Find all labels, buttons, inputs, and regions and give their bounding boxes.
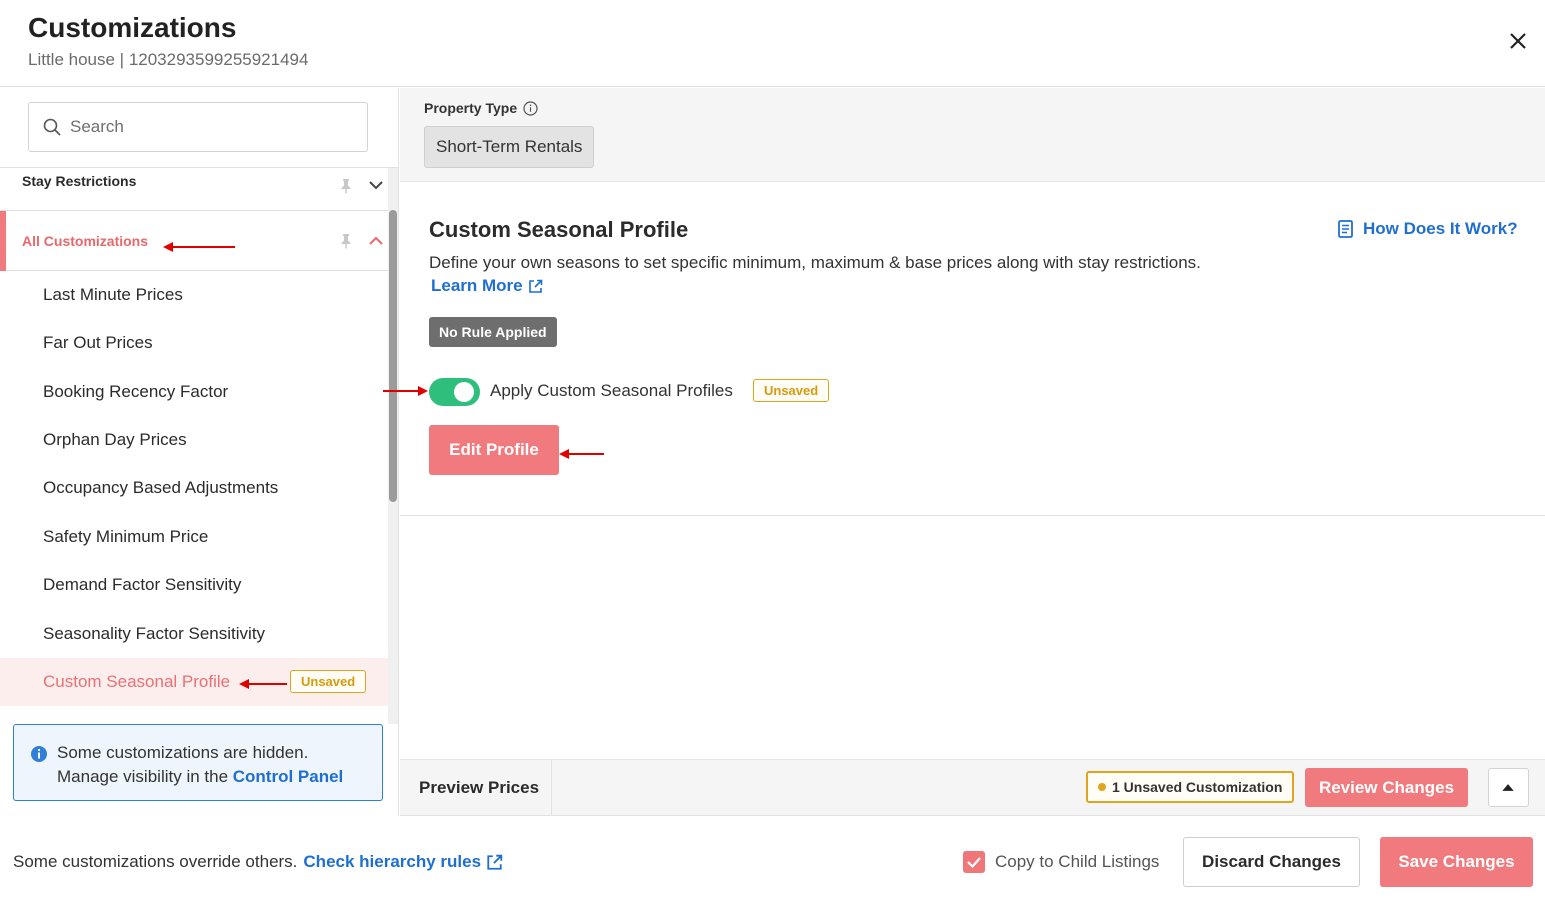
learn-more-link[interactable]: Learn More [431, 276, 543, 296]
annotation-arrow-left [163, 242, 235, 252]
pin-icon[interactable] [338, 233, 354, 249]
sidebar-item-occupancy-based-adjustments[interactable]: Occupancy Based Adjustments [0, 464, 388, 512]
modal-title: Customizations [28, 12, 237, 43]
sidebar-item-label: Far Out Prices [43, 333, 153, 352]
annotation-arrow-left [559, 449, 604, 459]
caret-up-icon [1502, 784, 1514, 791]
how-does-it-work-link[interactable]: How Does It Work? [1337, 219, 1518, 239]
dot-icon [1098, 783, 1106, 791]
edit-profile-button[interactable]: Edit Profile [429, 425, 559, 475]
review-changes-button[interactable]: Review Changes [1305, 768, 1468, 807]
rule-status-chip: No Rule Applied [429, 317, 557, 347]
info-icon [31, 746, 47, 762]
sidebar-item-custom-seasonal-profile[interactable]: Custom Seasonal Profile Unsaved [0, 658, 388, 706]
property-type-chip[interactable]: Short-Term Rentals [424, 126, 595, 168]
copy-label: Copy to Child Listings [995, 852, 1160, 871]
property-type-label: Property Type [424, 100, 538, 116]
expand-button[interactable] [1488, 768, 1529, 807]
section-label: Stay Restrictions [22, 172, 137, 189]
apply-profiles-toggle[interactable] [429, 378, 480, 406]
chevron-down-icon[interactable] [367, 176, 385, 194]
toggle-knob [454, 382, 474, 402]
checkmark-icon [967, 857, 981, 869]
check-hierarchy-link[interactable]: Check hierarchy rules [303, 852, 481, 872]
modal-subtitle: Little house | 1203293599255921494 [28, 50, 309, 69]
toggle-label: Apply Custom Seasonal Profiles [490, 381, 733, 400]
search-input[interactable] [70, 117, 340, 137]
annotation-arrow-right [383, 386, 428, 396]
sidebar-nav: Stay Restrictions All Customizations Las… [0, 168, 388, 794]
hierarchy-note: Some customizations override others. Che… [13, 852, 503, 872]
sidebar-item-label: Booking Recency Factor [43, 382, 229, 401]
sidebar-item-label: Safety Minimum Price [43, 527, 209, 546]
copy-checkbox[interactable] [963, 851, 985, 873]
property-type-label-text: Property Type [424, 100, 518, 116]
notice-line-2: Manage visibility in the Control Panel [57, 765, 382, 789]
annotation-arrow-left [239, 679, 287, 689]
search-icon [43, 118, 61, 136]
property-type-panel: Property Type Short-Term Rentals [400, 88, 1545, 182]
main-content: Custom Seasonal Profile How Does It Work… [400, 183, 1545, 516]
active-indicator [0, 211, 6, 271]
unsaved-badge: Unsaved [753, 379, 830, 402]
sidebar-item-safety-minimum-price[interactable]: Safety Minimum Price [0, 513, 388, 561]
sidebar-item-label: Orphan Day Prices [43, 430, 187, 449]
sidebar-item-label: Demand Factor Sensitivity [43, 575, 242, 594]
control-panel-link[interactable]: Control Panel [233, 767, 344, 786]
preview-bar: Preview Prices 1 Unsaved Customization R… [400, 759, 1545, 816]
save-changes-button[interactable]: Save Changes [1380, 837, 1533, 887]
sidebar-item-demand-factor-sensitivity[interactable]: Demand Factor Sensitivity [0, 561, 388, 609]
copy-to-child-listings[interactable]: Copy to Child Listings [963, 851, 1159, 873]
search-box[interactable] [28, 102, 368, 152]
notice-line-1: Some customizations are hidden. [57, 743, 309, 762]
sidebar-item-label: Seasonality Factor Sensitivity [43, 624, 266, 643]
hierarchy-note-text: Some customizations override others. [13, 852, 298, 871]
sidebar-item-seasonality-factor-sensitivity[interactable]: Seasonality Factor Sensitivity [0, 610, 388, 658]
preview-prices-tab[interactable]: Preview Prices [400, 760, 552, 816]
sidebar-item-far-out-prices[interactable]: Far Out Prices [0, 319, 388, 367]
sidebar: Stay Restrictions All Customizations Las… [0, 88, 399, 816]
hidden-customizations-notice: Some customizations are hidden. Manage v… [13, 724, 383, 801]
unsaved-badge: Unsaved [290, 670, 367, 693]
close-icon[interactable] [1503, 26, 1533, 56]
notice-prefix: Manage visibility in the [57, 767, 233, 786]
learn-more-text: Learn More [431, 276, 523, 295]
external-link-icon [528, 279, 542, 293]
book-icon [1338, 220, 1353, 238]
modal-footer: Some customizations override others. Che… [0, 817, 1545, 901]
sidebar-item-orphan-day-prices[interactable]: Orphan Day Prices [0, 416, 388, 464]
how-link-text: How Does It Work? [1363, 219, 1518, 238]
external-link-icon[interactable] [486, 854, 503, 871]
sidebar-item-last-minute-prices[interactable]: Last Minute Prices [0, 271, 388, 319]
modal-header: Customizations Little house | 1203293599… [0, 0, 1545, 87]
unsaved-count-badge: 1 Unsaved Customization [1086, 771, 1295, 803]
sidebar-item-label: Occupancy Based Adjustments [43, 478, 279, 497]
discard-changes-button[interactable]: Discard Changes [1183, 837, 1360, 887]
unsaved-count-text: 1 Unsaved Customization [1112, 779, 1283, 795]
pin-icon[interactable] [338, 178, 354, 194]
section-stay-restrictions[interactable]: Stay Restrictions [0, 168, 388, 211]
section-description: Define your own seasons to set specific … [429, 253, 1201, 272]
sidebar-item-label: Custom Seasonal Profile [43, 672, 231, 691]
info-outline-icon[interactable] [523, 100, 538, 116]
section-title: Custom Seasonal Profile [429, 217, 689, 242]
section-label: All Customizations [22, 232, 149, 249]
scrollbar-thumb[interactable] [389, 210, 397, 502]
sidebar-item-label: Last Minute Prices [43, 285, 183, 304]
chevron-up-icon[interactable] [367, 232, 385, 250]
sidebar-item-booking-recency-factor[interactable]: Booking Recency Factor [0, 368, 388, 416]
